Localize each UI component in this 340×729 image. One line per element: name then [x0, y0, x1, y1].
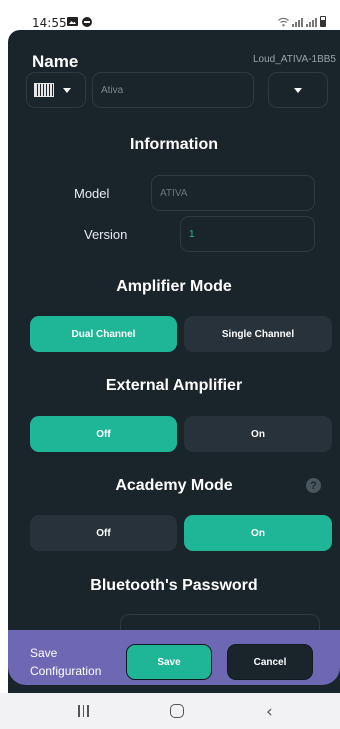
wifi-icon — [278, 17, 289, 27]
navigation-bar: ‹ — [0, 693, 340, 729]
amplifier-mode-title: Amplifier Mode — [116, 278, 232, 295]
signal-icon — [292, 18, 303, 27]
gallery-icon — [67, 17, 78, 26]
version-label: Version — [84, 227, 128, 242]
external-amp-off-button[interactable]: Off — [30, 416, 177, 452]
save-button[interactable]: Save — [126, 644, 212, 680]
version-field: 1 — [180, 216, 315, 252]
chevron-down-icon — [63, 87, 71, 93]
name-input[interactable]: Ativa — [92, 72, 254, 108]
status-bar: 14:55 — [0, 0, 340, 30]
device-image-select[interactable] — [26, 72, 86, 108]
name-title: Name — [32, 52, 79, 71]
recent-apps-icon[interactable] — [78, 705, 89, 717]
status-system-icons — [278, 16, 326, 27]
chevron-down-icon — [294, 87, 302, 93]
model-label: Model — [74, 186, 110, 201]
academy-off-button[interactable]: Off — [30, 515, 177, 551]
settings-screen: Name Loud_ATIVA-1BB5 Ativa Information M… — [8, 30, 340, 693]
back-icon[interactable]: ‹ — [266, 702, 273, 722]
external-amp-on-button[interactable]: On — [184, 416, 332, 452]
external-amplifier-title: External Amplifier — [105, 377, 243, 394]
status-notification-icons — [67, 17, 92, 27]
device-dropdown[interactable] — [268, 72, 328, 108]
battery-icon — [320, 16, 326, 27]
save-configuration-label: Save Configuration — [30, 646, 102, 678]
dnd-icon — [82, 17, 92, 27]
bluetooth-password-title: Bluetooth's Password — [90, 577, 258, 594]
model-field: ATIVA — [151, 175, 315, 211]
single-channel-button[interactable]: Single Channel — [184, 316, 332, 352]
academy-mode-title: Academy Mode — [115, 477, 233, 494]
status-time: 14:55 — [32, 16, 67, 30]
home-icon[interactable] — [170, 704, 184, 718]
signal-icon — [306, 18, 317, 27]
device-id: Loud_ATIVA-1BB5 — [252, 54, 336, 65]
cancel-button[interactable]: Cancel — [227, 644, 313, 680]
information-title: Information — [130, 136, 218, 153]
dual-channel-button[interactable]: Dual Channel — [30, 316, 177, 352]
question-circle-icon[interactable]: ? — [306, 478, 321, 493]
academy-on-button[interactable]: On — [184, 515, 332, 551]
save-configuration-bar: Save Configuration Save Cancel — [8, 630, 340, 685]
speaker-grille-icon — [34, 83, 54, 97]
